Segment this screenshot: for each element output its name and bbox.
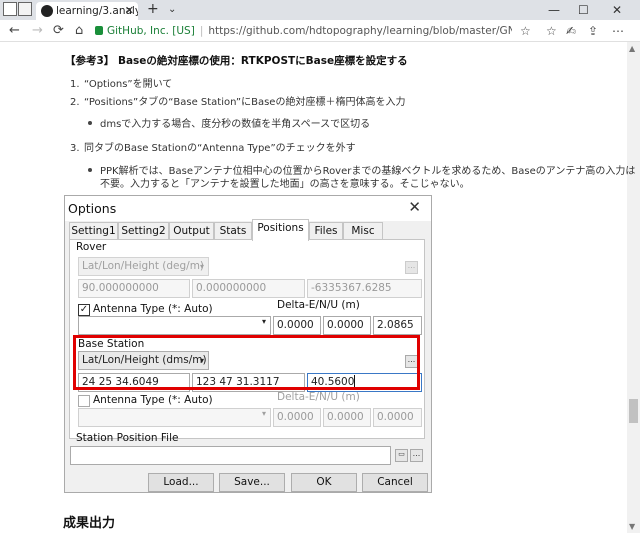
maximize-button[interactable]: ☐ — [578, 0, 589, 20]
list-item: 2. “Positions”タブの“Base Station”にBaseの絶対座標… — [70, 97, 406, 108]
rover-lat-field: 90.000000000 — [78, 279, 190, 298]
file-view-icon: ▭ — [395, 449, 408, 462]
base-antenna-checkbox — [78, 395, 90, 407]
list-item: 1. “Options”を開いて — [70, 79, 173, 90]
back-icon[interactable]: ← — [9, 20, 20, 42]
github-icon — [41, 5, 53, 17]
tab-list-dropdown-icon[interactable]: ⌄ — [168, 0, 176, 20]
base-delta-e-field: 0.0000 — [273, 408, 321, 427]
cancel-button: Cancel — [362, 473, 428, 492]
rover-lon-field: 0.000000000 — [192, 279, 305, 298]
rover-format-select: Lat/Lon/Height (deg/m) ▾ — [78, 257, 209, 276]
page-scrollbar[interactable]: ▲ ▼ — [627, 42, 640, 533]
address-bar: ← → ⟳ ⌂ GitHub, Inc. [US] | https://github… — [0, 20, 640, 42]
chevron-down-icon: ▾ — [199, 262, 204, 271]
minimize-button[interactable]: — — [548, 0, 560, 20]
bullet-item: dmsで入力する場合、度分秒の数値を半角スペースで区切る — [88, 115, 370, 130]
tab-setting1: Setting1 — [69, 222, 118, 240]
tab-setting2: Setting2 — [118, 222, 169, 240]
refresh-icon[interactable]: ⟳ — [53, 20, 64, 42]
base-antenna-type-select: ▾ — [78, 408, 271, 427]
options-dialog-image: Options ✕ Setting1 Setting2 Output Stats… — [64, 195, 432, 493]
tab-files: Files — [309, 222, 343, 240]
bullet-icon — [88, 168, 92, 172]
home-icon[interactable]: ⌂ — [75, 20, 83, 42]
bullet-icon — [88, 121, 92, 125]
dialog-title: Options — [68, 201, 117, 216]
chevron-down-icon: ▾ — [261, 317, 266, 326]
load-button: Load... — [148, 473, 214, 492]
tab-bar: learning/3.analysis.md a ✕ + ⌄ — ☐ ✕ — [0, 0, 640, 20]
tab-misc: Misc — [343, 222, 383, 240]
list-item: 3. 同タブのBase Stationの“Antenna Type”のチェックを外… — [70, 143, 356, 154]
notes-icon[interactable]: ✍ — [566, 20, 576, 42]
tab-output: Output — [169, 222, 214, 240]
rover-group-label: Rover — [76, 241, 107, 253]
scroll-down-icon[interactable]: ▼ — [629, 522, 635, 531]
forward-icon[interactable]: → — [32, 20, 43, 42]
share-icon[interactable]: ⇪ — [588, 20, 598, 42]
rover-delta-e-field: 0.0000 — [273, 316, 321, 335]
url-separator: | — [199, 25, 204, 37]
base-station-highlight — [73, 335, 420, 390]
rover-height-field: -6335367.6285 — [307, 279, 422, 298]
chevron-down-icon: ▾ — [261, 409, 266, 418]
dialog-titlebar: Options ✕ — [65, 196, 431, 221]
lock-icon — [95, 26, 103, 35]
rover-antenna-label: Antenna Type (*: Auto) — [93, 303, 213, 315]
station-file-ellipsis-button: ... — [410, 449, 423, 462]
section-heading: 【参考3】 Baseの絶対座標の使用：RTKPOSTにBase座標を設定する — [65, 55, 408, 67]
favorites-icon[interactable]: ☆ — [546, 20, 557, 42]
url-text: https://github.com/hdtopography/learning… — [208, 25, 512, 37]
station-file-field — [70, 446, 391, 465]
base-antenna-label: Antenna Type (*: Auto) — [93, 394, 213, 406]
url-field[interactable]: GitHub, Inc. [US] | https://github.com/hdt… — [95, 21, 512, 41]
rover-delta-u-field: 2.0865 — [373, 316, 422, 335]
save-button: Save... — [219, 473, 285, 492]
rover-delta-label: Delta-E/N/U (m) — [277, 299, 360, 311]
tab-close-icon[interactable]: ✕ — [125, 2, 134, 20]
station-file-label: Station Position File — [76, 432, 179, 444]
base-delta-label: Delta-E/N/U (m) — [277, 391, 360, 403]
ok-button: OK — [291, 473, 357, 492]
tab-actions-icon[interactable] — [18, 2, 32, 16]
tab-stats: Stats — [214, 222, 252, 240]
note-line: 不要。入力すると「アンテナを設置した地面」の高さを意味する。そこじゃない。 — [100, 179, 470, 190]
rover-antenna-type-select: ▾ — [78, 316, 271, 335]
scrollbar-thumb[interactable] — [629, 399, 638, 423]
tab-positions: Positions — [252, 219, 309, 241]
base-delta-u-field: 0.0000 — [373, 408, 422, 427]
rover-ellipsis-button: ... — [405, 261, 418, 274]
dialog-close-icon: ✕ — [408, 198, 421, 216]
scroll-up-icon[interactable]: ▲ — [629, 44, 635, 53]
rover-antenna-checkbox: ✓ — [78, 304, 90, 316]
section-title: 成果出力 — [63, 516, 116, 531]
window-close-button[interactable]: ✕ — [612, 0, 622, 20]
base-delta-n-field: 0.0000 — [323, 408, 371, 427]
rover-delta-n-field: 0.0000 — [323, 316, 371, 335]
browser-tab[interactable]: learning/3.analysis.md a ✕ — [36, 2, 138, 20]
site-identity: GitHub, Inc. [US] — [107, 25, 195, 37]
favorite-star-icon[interactable]: ☆ — [520, 20, 531, 42]
new-tab-button[interactable]: + — [147, 0, 159, 19]
more-menu-icon[interactable]: ⋯ — [612, 20, 624, 42]
window-menu-icon[interactable] — [3, 2, 17, 16]
